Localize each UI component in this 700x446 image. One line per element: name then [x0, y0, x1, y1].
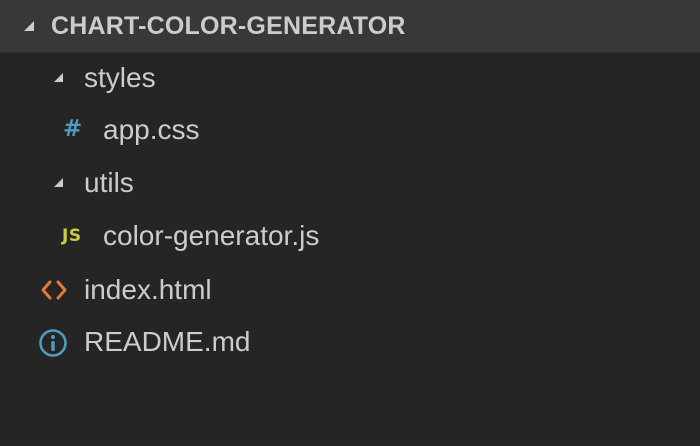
chevron-down-icon[interactable] — [52, 71, 65, 84]
tree-item-label: color-generator.js — [103, 220, 320, 251]
tree-item-label: README.md — [84, 326, 251, 357]
js-icon: JS — [62, 226, 82, 246]
tree-item-index-html[interactable]: index.html — [0, 265, 700, 317]
tree-item-readme-md[interactable]: README.md — [0, 317, 700, 369]
info-icon — [39, 329, 67, 357]
tree-item-utils-folder[interactable]: utils — [0, 158, 700, 210]
tree-item-styles-folder[interactable]: styles — [0, 53, 700, 105]
html-code-icon — [41, 280, 67, 300]
tree-item-label: utils — [84, 167, 134, 198]
file-explorer: CHART-COLOR-GENERATOR styles # app.css u… — [0, 0, 700, 446]
tree-item-label: app.css — [103, 114, 200, 145]
tree-item-label: styles — [84, 62, 156, 93]
tree-item-app-css[interactable]: # app.css — [0, 105, 700, 157]
css-hash-icon: # — [63, 116, 83, 142]
explorer-section-header[interactable]: CHART-COLOR-GENERATOR — [0, 0, 700, 53]
project-folder-title: CHART-COLOR-GENERATOR — [51, 12, 406, 40]
chevron-down-icon[interactable] — [52, 176, 65, 189]
tree-item-color-generator-js[interactable]: JS color-generator.js — [0, 211, 700, 263]
tree-item-label: index.html — [84, 274, 212, 305]
chevron-down-icon[interactable] — [22, 19, 36, 33]
